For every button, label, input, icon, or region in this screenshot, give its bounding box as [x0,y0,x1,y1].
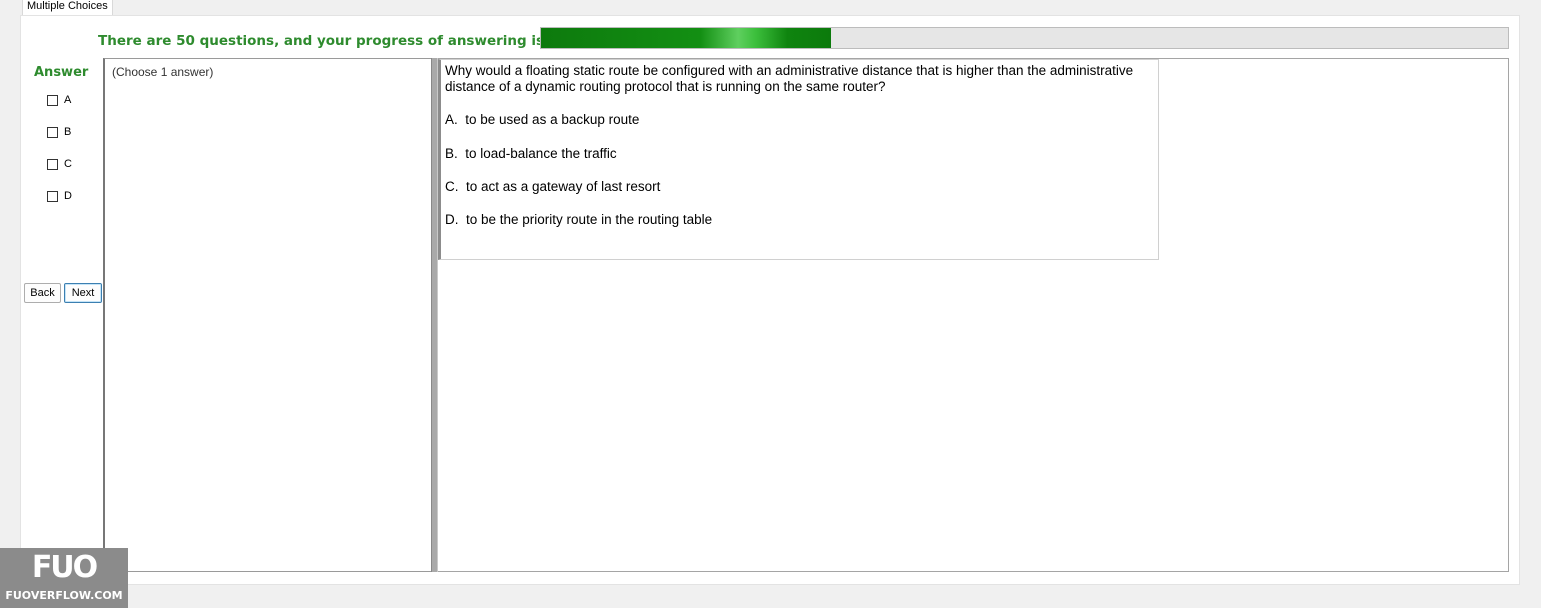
choose-instruction: (Choose 1 answer) [112,65,214,79]
question-choice-d: D. to be the priority route in the routi… [445,212,713,227]
back-button[interactable]: Back [24,283,61,303]
tab-multiple-choices[interactable]: Multiple Choices [22,0,113,15]
progress-bar-fill [541,28,832,48]
question-choice-b: B. to load-balance the traffic [445,146,617,161]
question-box: Why would a floating static route be con… [438,59,1159,260]
watermark-site: FUOVERFLOW.COM [5,589,123,602]
progress-bar [540,27,1509,49]
answer-option-d[interactable]: D [47,189,72,203]
watermark: FUO FUOVERFLOW.COM [0,548,128,608]
checkbox-c[interactable] [47,158,58,170]
option-label-b: B [64,126,72,138]
instruction-pane: (Choose 1 answer) [103,58,432,572]
checkbox-a[interactable] [47,94,58,106]
checkbox-d[interactable] [47,190,58,202]
answer-option-a[interactable]: A [47,93,71,107]
next-button[interactable]: Next [64,283,102,303]
progress-label: There are 50 questions, and your progres… [98,33,545,49]
answer-option-c[interactable]: C [47,157,72,171]
question-choice-a: A. to be used as a backup route [445,112,640,127]
answer-option-b[interactable]: B [47,125,71,139]
watermark-logo: FUO [31,550,98,585]
checkbox-b[interactable] [47,126,58,138]
option-label-d: D [64,190,72,202]
option-label-a: A [64,94,72,106]
answer-heading: Answer [34,65,89,80]
question-text: Why would a floating static route be con… [445,63,1134,94]
option-label-c: C [64,158,72,170]
pane-splitter[interactable] [431,58,438,572]
question-choice-c: C. to act as a gateway of last resort [445,179,661,194]
